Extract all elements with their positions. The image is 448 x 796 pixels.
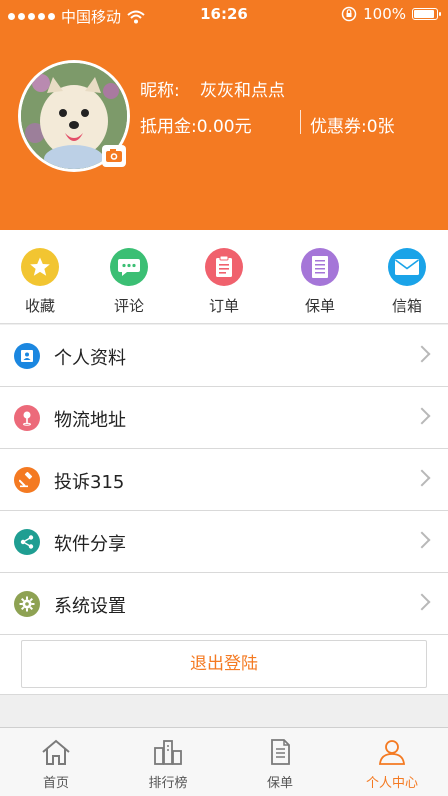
menu-item-address[interactable]: 物流地址	[0, 387, 448, 449]
quick-action-orders[interactable]: 订单	[184, 248, 264, 316]
home-icon	[42, 739, 70, 765]
order-icon	[205, 248, 243, 286]
chevron-right-icon	[413, 531, 431, 549]
policy-icon	[301, 248, 339, 286]
credit-balance: 抵用金:0.00元	[140, 117, 252, 137]
quick-action-mailbox[interactable]: 信箱	[367, 248, 447, 316]
tab-label: 首页	[42, 776, 69, 791]
document-icon	[271, 739, 290, 765]
menu-item-label: 个人资料	[54, 348, 126, 369]
comment-icon	[110, 248, 148, 286]
logout-section: 退出登陆	[0, 635, 448, 695]
rotation-lock-icon	[341, 6, 357, 22]
quick-action-policies[interactable]: 保单	[280, 248, 360, 316]
tab-ranking[interactable]: 排行榜	[112, 728, 224, 796]
camera-icon[interactable]	[102, 145, 126, 167]
star-icon	[21, 248, 59, 286]
menu-list: 个人资料 物流地址 投诉315 软件分享 系统设置	[0, 325, 448, 635]
info-divider	[300, 110, 301, 134]
menu-item-share[interactable]: 软件分享	[0, 511, 448, 573]
chevron-right-icon	[413, 469, 431, 487]
quick-action-label: 信箱	[391, 297, 422, 315]
menu-item-complaint[interactable]: 投诉315	[0, 449, 448, 511]
menu-item-settings[interactable]: 系统设置	[0, 573, 448, 635]
chevron-right-icon	[413, 593, 431, 611]
nickname-label: 昵称:	[140, 81, 180, 101]
quick-actions: 收藏 评论 订单 保单 信箱	[0, 230, 448, 324]
menu-item-label: 软件分享	[54, 534, 126, 555]
tab-bar: 首页 排行榜 保单 个人中心	[0, 727, 448, 796]
tab-label: 保单	[266, 776, 293, 791]
quick-action-favorites[interactable]: 收藏	[0, 248, 80, 316]
quick-action-label: 评论	[113, 297, 144, 315]
share-icon	[14, 529, 40, 555]
quick-action-comments[interactable]: 评论	[89, 248, 169, 316]
tab-policy[interactable]: 保单	[224, 728, 336, 796]
tab-label: 个人中心	[365, 776, 418, 791]
coupon-count: 优惠券:0张	[310, 117, 395, 137]
quick-action-label: 订单	[208, 297, 239, 315]
quick-action-label: 保单	[304, 297, 335, 315]
battery-percent: 100%	[363, 5, 406, 23]
chevron-right-icon	[413, 345, 431, 363]
menu-item-label: 物流地址	[54, 410, 126, 431]
tab-label: 排行榜	[148, 776, 188, 791]
status-bar: 中国移动 16:26 100%	[0, 0, 448, 30]
menu-item-profile[interactable]: 个人资料	[0, 325, 448, 387]
logout-button[interactable]: 退出登陆	[21, 640, 427, 688]
status-right: 100%	[341, 5, 441, 23]
tab-personal-center[interactable]: 个人中心	[336, 728, 448, 796]
tab-home[interactable]: 首页	[0, 728, 112, 796]
quick-action-label: 收藏	[24, 297, 55, 315]
person-icon	[379, 740, 405, 765]
mail-icon	[388, 248, 426, 286]
profile-header: 中国移动 16:26 100% 昵称: 灰灰和点点 抵用金:0.00元 优惠券:…	[0, 0, 448, 230]
ranking-icon	[154, 740, 182, 765]
chevron-right-icon	[413, 407, 431, 425]
gavel-icon	[14, 467, 40, 493]
gear-icon	[14, 591, 40, 617]
profile-card-icon	[14, 343, 40, 369]
battery-icon	[412, 8, 441, 20]
menu-item-label: 投诉315	[54, 472, 125, 493]
menu-item-label: 系统设置	[54, 596, 126, 617]
location-pin-icon	[14, 405, 40, 431]
nickname-value: 灰灰和点点	[200, 81, 285, 101]
